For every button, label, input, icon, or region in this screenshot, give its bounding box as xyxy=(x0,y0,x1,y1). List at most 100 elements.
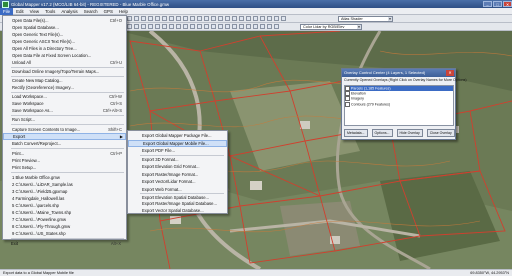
status-bar: Export data to a Global Mapper Mobile fi… xyxy=(0,269,512,276)
export-submenu: Export Global Mapper Package File... Exp… xyxy=(127,130,228,214)
export-mobile-file[interactable]: Export Global Mapper Mobile File... xyxy=(128,139,227,148)
toolbar-button[interactable] xyxy=(274,16,279,21)
close-button[interactable]: ✕ xyxy=(503,1,512,7)
status-coordinates: 69.8350°W, 44.2953°N xyxy=(470,271,509,275)
menu-item-unload-all[interactable]: Unload All Ctrl+U xyxy=(3,59,126,66)
chevron-down-icon: ▼ xyxy=(357,25,361,29)
menu-item-print-setup[interactable]: Print Setup... xyxy=(3,164,126,171)
menu-view[interactable]: View xyxy=(27,8,42,15)
toolbar-button[interactable] xyxy=(211,24,216,29)
close-icon[interactable]: ✕ xyxy=(446,70,454,76)
toolbar-button[interactable] xyxy=(190,24,195,29)
toolbar-button[interactable] xyxy=(134,16,139,21)
toolbar-button[interactable] xyxy=(127,24,132,29)
menu-item-download-online[interactable]: Download Online Imagery/Topo/Terrain Map… xyxy=(3,68,126,75)
toolbar-button[interactable] xyxy=(162,24,167,29)
toolbar-button[interactable] xyxy=(148,24,153,29)
export-package-file[interactable]: Export Global Mapper Package File... xyxy=(128,132,227,140)
toolbar-button[interactable] xyxy=(281,16,286,21)
menu-separator xyxy=(11,172,124,173)
menu-file[interactable]: File xyxy=(0,7,14,15)
toolbar-button[interactable] xyxy=(169,16,174,21)
menu-help[interactable]: Help xyxy=(116,8,131,15)
shader-select[interactable]: Atlas Shader ▼ xyxy=(338,16,393,22)
options-button[interactable]: Options... xyxy=(371,129,393,137)
menu-bar: File Edit View Tools Analysis Search GPS… xyxy=(0,7,512,15)
toolbar-button[interactable] xyxy=(127,16,132,21)
toolbar-button[interactable] xyxy=(141,16,146,21)
toolbar-button[interactable] xyxy=(141,24,146,29)
hide-overlay-button[interactable]: Hide Overlay xyxy=(396,129,423,137)
export-pdf-file[interactable]: Export PDF File... xyxy=(128,147,227,155)
toolbar-button[interactable] xyxy=(267,24,272,29)
checkbox-icon[interactable] xyxy=(345,101,350,107)
status-message: Export data to a Global Mapper Mobile fi… xyxy=(3,271,74,275)
export-3d-format[interactable]: Export 3D Format... xyxy=(128,156,227,164)
overlay-list: Parcels (1,185 Features) Elevation Image… xyxy=(344,85,454,126)
toolbar-button[interactable] xyxy=(197,24,202,29)
file-menu: Open Data File(s)... Ctrl+O Open Spatial … xyxy=(2,15,127,240)
chevron-right-icon: ▶ xyxy=(119,134,123,139)
menu-analysis[interactable]: Analysis xyxy=(58,8,80,15)
export-raster-image[interactable]: Export Raster/Image Format... xyxy=(128,171,227,179)
toolbar-button[interactable] xyxy=(155,24,160,29)
menu-item-recent-file[interactable]: 9 C:\Users\...\US_States.shp xyxy=(3,230,126,237)
export-vector-lidar[interactable]: Export Vector/Lidar Format... xyxy=(128,178,227,186)
menu-separator xyxy=(11,148,124,149)
menu-tools[interactable]: Tools xyxy=(42,8,58,15)
toolbar-button[interactable] xyxy=(197,16,202,21)
toolbar-button[interactable] xyxy=(260,24,265,29)
menu-edit[interactable]: Edit xyxy=(13,8,27,15)
toolbar-button[interactable] xyxy=(218,16,223,21)
toolbar-button[interactable] xyxy=(239,24,244,29)
export-vector-spatial-db[interactable]: Export Vector Spatial Database... xyxy=(128,207,227,215)
toolbar-button[interactable] xyxy=(176,24,181,29)
toolbar-button[interactable] xyxy=(253,16,258,21)
toolbar-button[interactable] xyxy=(232,24,237,29)
metadata-button[interactable]: Metadata... xyxy=(344,129,368,137)
overlay-hint: Currently Opened Overlays (Right Click o… xyxy=(344,78,467,82)
minimize-button[interactable]: – xyxy=(483,1,492,7)
toolbar-button[interactable] xyxy=(253,24,258,29)
toolbar-button[interactable] xyxy=(267,16,272,21)
menu-item-save-workspace-as[interactable]: Save Workspace As... Ctrl+Alt+S xyxy=(3,107,126,114)
toolbar-button[interactable] xyxy=(260,16,265,21)
export-elevation-grid[interactable]: Export Elevation Grid Format... xyxy=(128,163,227,171)
overlay-control-title-bar[interactable]: Overlay Control Center (4 Layers, 1 Sele… xyxy=(342,69,455,77)
toolbar-button[interactable] xyxy=(183,16,188,21)
overlay-buttons: Metadata... Options... Hide Overlay Clos… xyxy=(344,129,455,137)
toolbar-button[interactable] xyxy=(225,24,230,29)
maximize-button[interactable]: □ xyxy=(493,1,502,7)
menu-gps[interactable]: GPS xyxy=(101,8,116,15)
menu-item-rectify-imagery[interactable]: Rectify (Georeference) Imagery... xyxy=(3,84,126,91)
app-icon xyxy=(2,0,9,8)
toolbar-button[interactable] xyxy=(190,16,195,21)
toolbar-button[interactable] xyxy=(218,24,223,29)
menu-item-run-script[interactable]: Run Script... xyxy=(3,116,126,123)
toolbar-button[interactable] xyxy=(239,16,244,21)
toolbar-button[interactable] xyxy=(204,24,209,29)
toolbar-button[interactable] xyxy=(246,24,251,29)
toolbar-button[interactable] xyxy=(162,16,167,21)
toolbar-button[interactable] xyxy=(155,16,160,21)
toolbar-button[interactable] xyxy=(148,16,153,21)
menu-search[interactable]: Search xyxy=(81,8,101,15)
menu-item-batch-convert[interactable]: Batch Convert/Reproject... xyxy=(3,140,126,147)
toolbar-button[interactable] xyxy=(232,16,237,21)
toolbar-button[interactable] xyxy=(176,16,181,21)
window-title: Global Mapper v17.2 (MCG/LIB 64-bit) - R… xyxy=(11,1,170,7)
menu-item-exit[interactable]: Exit Alt+X xyxy=(2,240,125,247)
toolbar-button[interactable] xyxy=(274,24,279,29)
color-mode-select-value: Color Lidar by RGB/Elev xyxy=(303,25,345,29)
close-overlay-button[interactable]: Close Overlay xyxy=(426,129,455,137)
toolbar-button[interactable] xyxy=(169,24,174,29)
color-mode-select[interactable]: Color Lidar by RGB/Elev ▼ xyxy=(300,24,362,30)
overlay-row-contours[interactable]: Contours (279 Features) xyxy=(345,101,453,107)
toolbar-button[interactable] xyxy=(225,16,230,21)
toolbar-button[interactable] xyxy=(204,16,209,21)
export-web-format[interactable]: Export Web Format... xyxy=(128,186,227,194)
toolbar-button[interactable] xyxy=(134,24,139,29)
toolbar-button[interactable] xyxy=(211,16,216,21)
toolbar-button[interactable] xyxy=(183,24,188,29)
toolbar-button[interactable] xyxy=(246,16,251,21)
